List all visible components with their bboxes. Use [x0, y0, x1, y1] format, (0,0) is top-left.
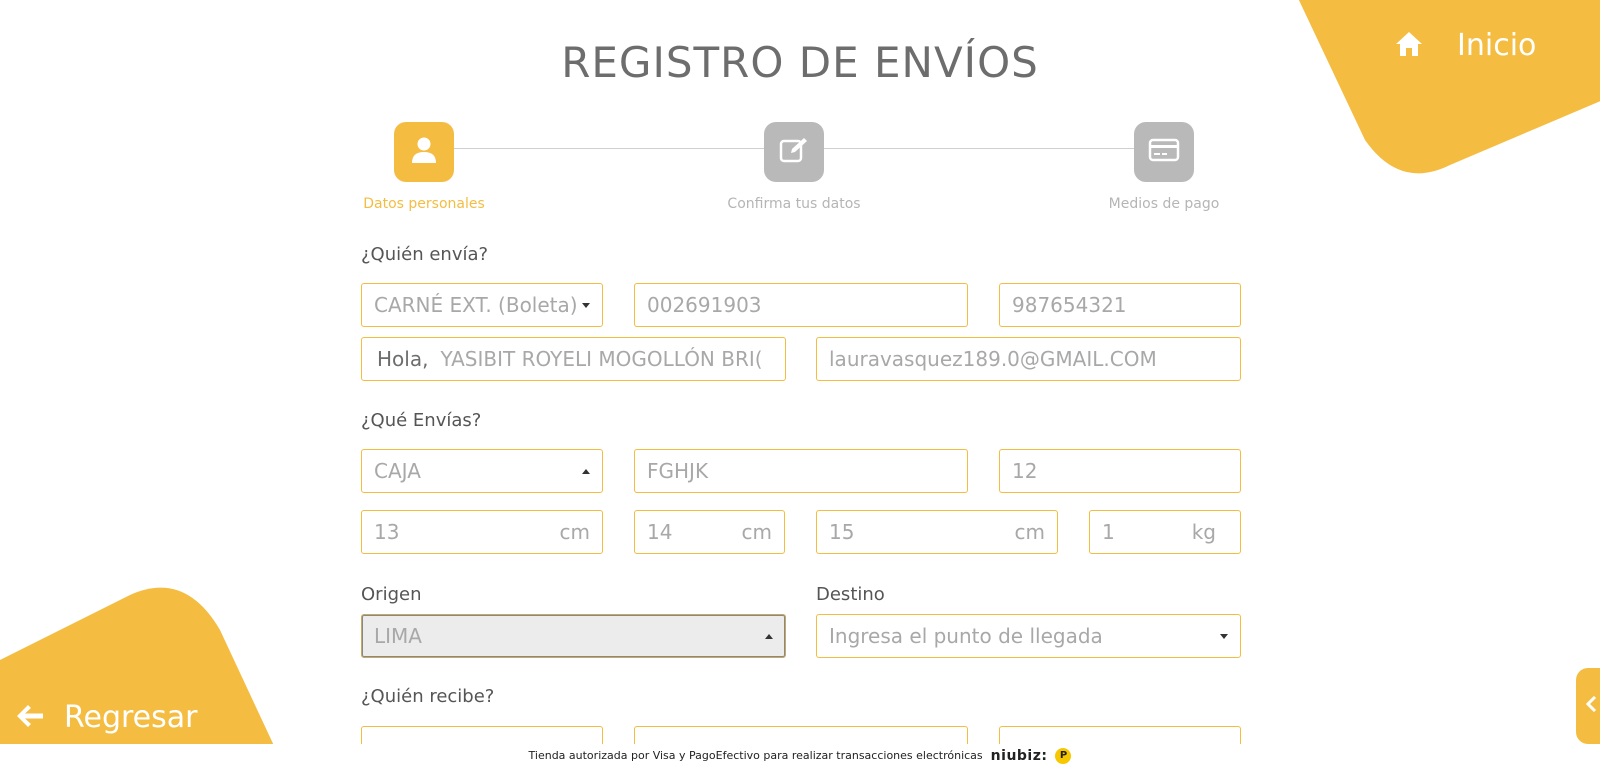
doc-type-select[interactable]: CARNÉ EXT. (Boleta): [361, 283, 603, 327]
step-circle: [394, 122, 454, 182]
decorative-blob-bottom-left: [0, 587, 284, 767]
height-input[interactable]: 15 cm: [816, 510, 1058, 554]
sender-name-field[interactable]: Hola, YASIBIT ROYELI MOGOLLÓN BRI(: [361, 337, 786, 381]
width-input[interactable]: 14 cm: [634, 510, 785, 554]
page-title: REGISTRO DE ENVÍOS: [561, 38, 1039, 87]
edit-icon: [779, 136, 809, 168]
destination-label: Destino: [816, 584, 885, 605]
weight-value: 1: [1102, 520, 1115, 544]
package-description-value: FGHJK: [647, 459, 709, 483]
user-icon: [411, 136, 437, 168]
origin-label: Origen: [361, 584, 422, 605]
niubiz-logo: niubiz:: [990, 747, 1048, 764]
back-label: Regresar: [64, 700, 198, 735]
phone-input[interactable]: 987654321: [999, 283, 1241, 327]
step-circle: [1134, 122, 1194, 182]
origin-value: LIMA: [374, 624, 422, 648]
chevron-left-icon: [1585, 695, 1598, 716]
phone-value: 987654321: [1012, 293, 1127, 317]
chevron-up-icon: [765, 633, 773, 639]
step-label: Datos personales: [363, 196, 485, 212]
page: Inicio Regresar REGISTRO DE ENVÍOS Datos…: [0, 0, 1600, 767]
chevron-down-icon: [1220, 633, 1228, 639]
arrow-left-icon: [16, 703, 44, 733]
doc-type-value: CARNÉ EXT. (Boleta): [374, 293, 578, 317]
section-label-sender: ¿Quién envía?: [361, 244, 489, 265]
length-input[interactable]: 13 cm: [361, 510, 603, 554]
email-input[interactable]: lauravasquez189.0@GMAIL.COM: [816, 337, 1241, 381]
footer-text: Tienda autorizada por Visa y PagoEfectiv…: [528, 749, 983, 762]
length-unit: cm: [559, 520, 590, 544]
weight-input[interactable]: 1 kg: [1089, 510, 1241, 554]
step-label: Confirma tus datos: [727, 196, 861, 212]
step-circle: [764, 122, 824, 182]
destination-select[interactable]: Ingresa el punto de llegada: [816, 614, 1241, 658]
credit-card-icon: [1148, 137, 1180, 167]
package-quantity-value: 12: [1012, 459, 1038, 483]
package-type-value: CAJA: [374, 459, 421, 483]
chevron-up-icon: [582, 468, 590, 474]
doc-number-input[interactable]: 002691903: [634, 283, 968, 327]
step-datos-personales[interactable]: Datos personales: [334, 122, 514, 212]
greeting-text: Hola,: [377, 347, 429, 371]
section-label-package: ¿Qué Envías?: [361, 410, 482, 431]
destination-placeholder: Ingresa el punto de llegada: [829, 624, 1103, 648]
width-unit: cm: [741, 520, 772, 544]
height-value: 15: [829, 520, 855, 544]
step-medios-pago[interactable]: Medios de pago: [1074, 122, 1254, 212]
origin-select[interactable]: LIMA: [361, 614, 786, 658]
package-type-select[interactable]: CAJA: [361, 449, 603, 493]
footer-bar: Tienda autorizada por Visa y PagoEfectiv…: [0, 744, 1600, 767]
weight-unit: kg: [1191, 520, 1216, 544]
doc-number-value: 002691903: [647, 293, 762, 317]
chevron-down-icon: [582, 302, 590, 308]
section-label-receiver: ¿Quién recibe?: [361, 686, 495, 707]
sender-name-value: YASIBIT ROYELI MOGOLLÓN BRI(: [440, 347, 763, 371]
pagoefectivo-logo: P: [1055, 747, 1072, 764]
email-value: lauravasquez189.0@GMAIL.COM: [829, 347, 1157, 371]
package-quantity-input[interactable]: 12: [999, 449, 1241, 493]
height-unit: cm: [1014, 520, 1045, 544]
back-link[interactable]: Regresar: [16, 700, 197, 735]
length-value: 13: [374, 520, 400, 544]
side-panel-toggle[interactable]: [1576, 668, 1600, 744]
step-confirma-datos[interactable]: Confirma tus datos: [704, 122, 884, 212]
width-value: 14: [647, 520, 673, 544]
step-label: Medios de pago: [1108, 196, 1220, 212]
package-description-input[interactable]: FGHJK: [634, 449, 968, 493]
